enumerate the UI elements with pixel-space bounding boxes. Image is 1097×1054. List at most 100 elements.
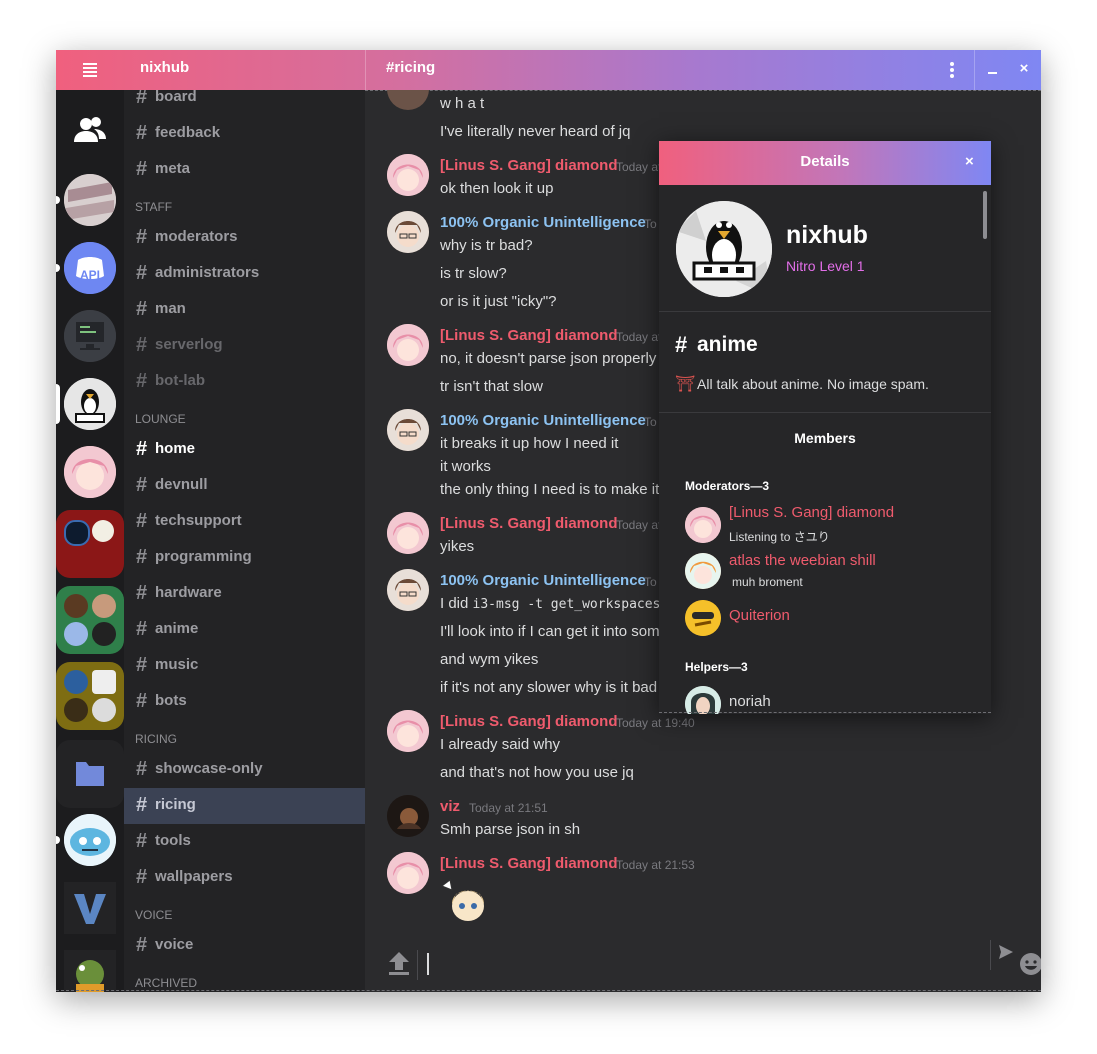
close-window-button[interactable]: × (1014, 59, 1034, 79)
message-author[interactable]: [Linus S. Gang] diamond (440, 515, 618, 532)
text-cursor (427, 953, 429, 975)
member-name[interactable]: Quiterion (729, 607, 790, 624)
v-server-icon[interactable] (64, 882, 116, 934)
avatar[interactable] (387, 512, 429, 554)
separator (659, 311, 991, 312)
hash-icon: # (136, 474, 148, 496)
channel-home[interactable]: # home (124, 432, 365, 466)
channel-bots[interactable]: # bots (124, 684, 365, 718)
channel-techsupport[interactable]: # techsupport (124, 504, 365, 538)
avatar[interactable] (387, 154, 429, 196)
member-status: Listening to さユり (729, 530, 830, 544)
avatar[interactable] (387, 852, 429, 894)
minimize-button[interactable] (984, 60, 1002, 80)
channel-meta[interactable]: # meta (124, 152, 365, 186)
server-icon-anime[interactable] (64, 446, 116, 498)
channel-topic: All talk about anime. No image spam. (697, 376, 929, 392)
hash-icon: # (136, 794, 148, 816)
nixhub-server-icon[interactable] (64, 378, 116, 430)
message-author[interactable]: [Linus S. Gang] diamond (440, 855, 618, 872)
message-text: if it's not any slower why is it bad (440, 679, 658, 696)
details-channel-name: anime (697, 333, 758, 356)
member-avatar[interactable] (685, 507, 721, 543)
message-author[interactable]: 100% Organic Unintelligence (440, 412, 646, 429)
details-scrollbar[interactable] (983, 191, 987, 239)
channel-devnull[interactable]: # devnull (124, 468, 365, 502)
channel-showcase-only[interactable]: # showcase-only (124, 752, 365, 786)
message-author[interactable]: 100% Organic Unintelligence (440, 214, 646, 231)
details-close-button[interactable]: × (965, 153, 974, 170)
server-folder-red[interactable] (56, 510, 124, 578)
channel-music[interactable]: # music (124, 648, 365, 682)
server-icon-1[interactable] (64, 174, 116, 226)
member-name[interactable]: noriah (729, 693, 771, 710)
channel-ricing[interactable]: # ricing (124, 788, 365, 824)
folder-icon[interactable] (56, 740, 124, 808)
category-staff[interactable]: STAFF (135, 200, 172, 214)
message-timestamp: Today at 21:53 (616, 858, 695, 872)
server-folder-green[interactable] (56, 586, 124, 654)
channel-moderators[interactable]: # moderators (124, 220, 365, 254)
discord-api-server-icon[interactable]: API (64, 242, 116, 294)
server-icon-terminal[interactable] (64, 310, 116, 362)
member-avatar[interactable] (685, 553, 721, 589)
hash-icon: # (136, 654, 148, 676)
avatar[interactable] (387, 211, 429, 253)
server-icon-blue-creature[interactable] (64, 814, 116, 866)
avatar[interactable] (387, 324, 429, 366)
emoji-icon[interactable] (1019, 952, 1041, 976)
channel-administrators[interactable]: # administrators (124, 256, 365, 290)
send-icon[interactable] (997, 943, 1015, 961)
members-heading: Members (794, 430, 856, 446)
avatar[interactable] (387, 710, 429, 752)
message-author[interactable]: [Linus S. Gang] diamond (440, 157, 618, 174)
message-input[interactable] (423, 950, 943, 980)
avatar[interactable] (387, 569, 429, 611)
channel-anime[interactable]: # anime (124, 612, 365, 646)
nitro-level: Nitro Level 1 (786, 258, 865, 274)
member-name[interactable]: atlas the weebian shill (729, 552, 876, 569)
hash-icon: # (136, 262, 148, 284)
hamburger-menu-icon[interactable] (78, 61, 102, 79)
channel-feedback[interactable]: # feedback (124, 116, 365, 150)
channel-bot-lab[interactable]: # bot-lab (124, 364, 365, 398)
channel-hardware[interactable]: # hardware (124, 576, 365, 610)
server-folder-gold[interactable] (56, 662, 124, 730)
message-author[interactable]: [Linus S. Gang] diamond (440, 713, 618, 730)
category-lounge[interactable]: LOUNGE (135, 412, 186, 426)
channel-label: anime (155, 620, 199, 637)
channel-voice[interactable]: # voice (124, 928, 365, 962)
server-icon-turtle[interactable] (64, 950, 116, 992)
sticker-image[interactable] (440, 878, 488, 924)
server-avatar[interactable] (676, 201, 772, 297)
channel-board[interactable]: # board (124, 90, 365, 114)
avatar[interactable] (387, 90, 429, 110)
avatar[interactable] (387, 795, 429, 837)
channel-tools[interactable]: # tools (124, 824, 365, 858)
member-avatar[interactable] (685, 600, 721, 636)
channel-man[interactable]: # man (124, 292, 365, 326)
channel-label: bot-lab (155, 372, 205, 389)
category-voice[interactable]: VOICE (135, 908, 172, 922)
member-name[interactable]: [Linus S. Gang] diamond (729, 504, 894, 521)
friends-icon[interactable] (70, 110, 110, 150)
details-title: Details (800, 153, 850, 170)
more-options-icon[interactable] (944, 60, 960, 80)
avatar[interactable] (387, 409, 429, 451)
title-divider-2 (974, 50, 975, 90)
torii-icon: ⛩ (675, 374, 696, 393)
message-author[interactable]: 100% Organic Unintelligence (440, 572, 646, 589)
upload-icon[interactable] (387, 950, 411, 976)
channel-serverlog[interactable]: # serverlog (124, 328, 365, 362)
channel-wallpapers[interactable]: # wallpapers (124, 860, 365, 894)
channel-programming[interactable]: # programming (124, 540, 365, 574)
message-timestamp: Today at (616, 330, 662, 344)
channel-title: #ricing (386, 59, 436, 76)
message-text: I've literally never heard of jq (440, 123, 631, 140)
category-ricing[interactable]: RICING (135, 732, 177, 746)
hash-icon: # (136, 758, 148, 780)
message-author[interactable]: viz (440, 798, 460, 815)
message-author[interactable]: [Linus S. Gang] diamond (440, 327, 618, 344)
member-avatar[interactable] (685, 686, 721, 714)
category-archived[interactable]: ARCHIVED (135, 976, 197, 990)
